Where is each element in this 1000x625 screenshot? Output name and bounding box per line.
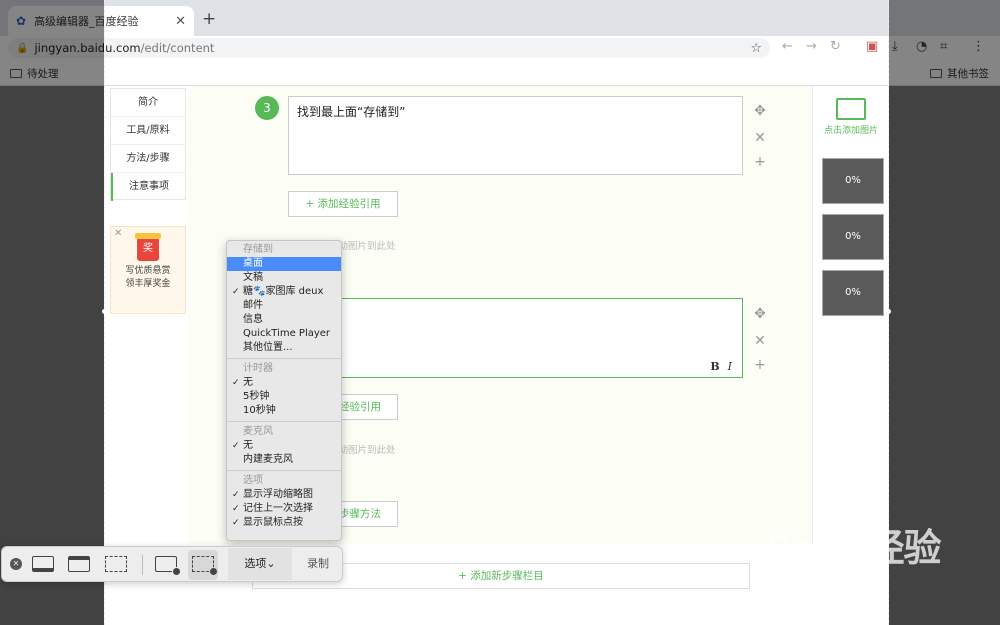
menu-item-builtin-mic[interactable]: 内建麦克风 [227,453,341,467]
menu-separator [227,358,341,359]
checkmark-icon: ✓ [232,441,240,451]
menu-item-mail[interactable]: 邮件 [227,299,341,313]
record-screen-icon[interactable] [155,556,181,576]
menu-item-remember-last[interactable]: ✓ 记住上一次选择 [227,502,341,516]
menu-item-floating-thumbnail[interactable]: ✓ 显示浮动缩略图 [227,488,341,502]
checkmark-icon: ✓ [232,504,240,514]
watermark-brand: Baidu经验 [766,528,942,570]
menu-header: 麦克风 [243,426,273,437]
dim-overlay-left [0,0,104,625]
screenshot-options-menu: 存储到 桌面 文稿 ✓ 糖🐾家图库 deux 邮件 信息 QuickTime Pl… [226,240,342,541]
record-button[interactable]: 录制 [296,548,340,580]
menu-header: 存储到 [243,244,273,255]
menu-item-desktop[interactable]: 桌面 [227,257,341,271]
menu-item-timer-10s[interactable]: 10秒钟 [227,404,341,418]
capture-window-icon[interactable] [68,556,90,572]
menu-item-show-clicks[interactable]: ✓ 显示鼠标点按 [227,516,341,530]
menu-item-quicktime[interactable]: QuickTime Player [227,327,341,341]
checkmark-icon: ✓ [232,518,240,528]
menu-item-mic-none[interactable]: ✓ 无 [227,439,341,453]
checkmark-icon: ✓ [232,378,240,388]
menu-header: 选项 [243,475,263,486]
menu-item-library[interactable]: ✓ 糖🐾家图库 deux [227,285,341,299]
checkmark-icon: ✓ [232,287,240,297]
checkmark-icon: ✓ [232,490,240,500]
menu-separator [227,421,341,422]
toolbar-divider [142,555,143,575]
record-selection-icon[interactable] [192,556,218,576]
menu-item-documents[interactable]: 文稿 [227,271,341,285]
menu-item-messages[interactable]: 信息 [227,313,341,327]
options-button[interactable]: 选项⌄ [228,548,292,580]
menu-header: 计时器 [243,363,273,374]
menu-separator [227,470,341,471]
menu-item-other-location[interactable]: 其他位置... [227,341,341,355]
capture-selection-icon[interactable] [105,556,127,572]
menu-item-timer-5s[interactable]: 5秒钟 [227,390,341,404]
selection-handle[interactable] [886,309,891,314]
capture-screen-icon[interactable] [32,556,54,572]
close-icon[interactable]: ✕ [10,558,22,570]
baidu-watermark: Baidu经验 jingyan.baidu.com [766,517,976,607]
menu-item-timer-none[interactable]: ✓ 无 [227,376,341,390]
watermark-domain: jingyan.baidu.com [770,568,890,583]
selection-handle[interactable] [102,309,107,314]
